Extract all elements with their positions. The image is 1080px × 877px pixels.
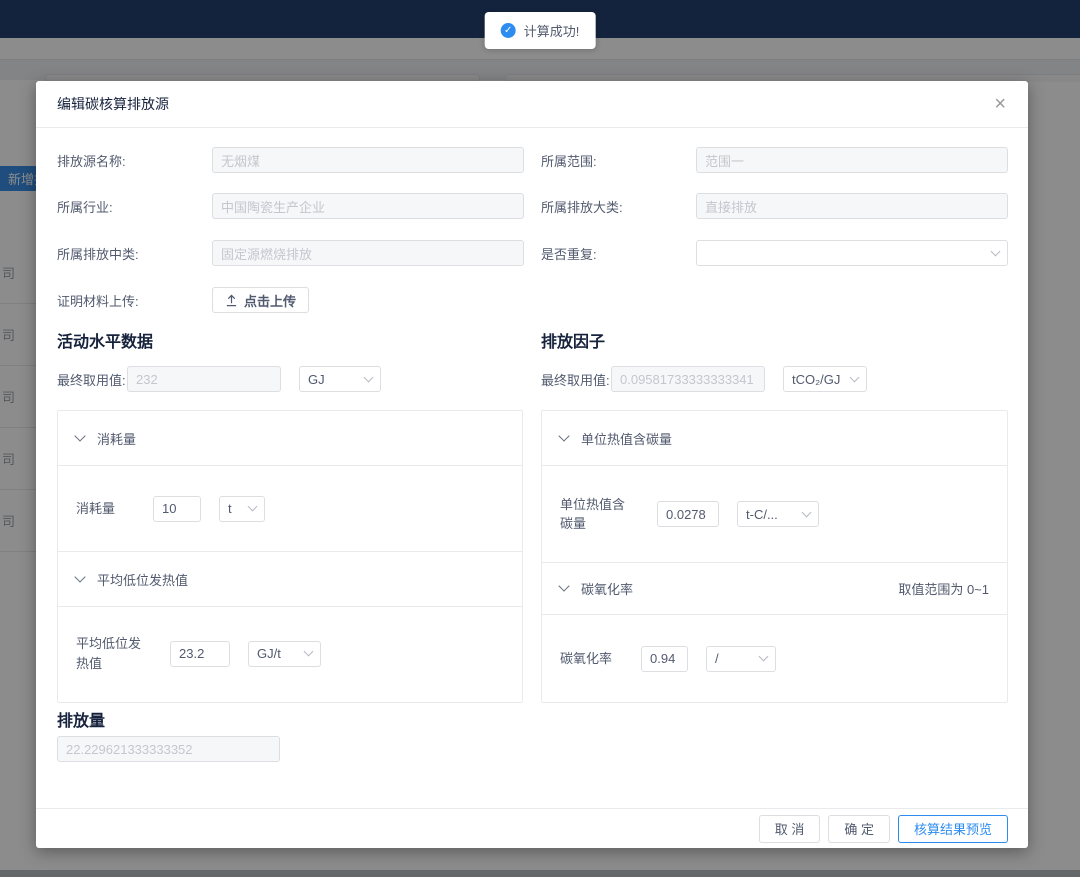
factor-final-label: 最终取用值: — [541, 370, 611, 389]
success-check-icon: ✓ — [501, 23, 516, 38]
mid-category-label: 所属排放中类: — [57, 244, 212, 263]
carbon-content-panel-title: 单位热值含碳量 — [581, 429, 672, 448]
mid-category-input — [212, 240, 524, 266]
source-name-label: 排放源名称: — [57, 151, 212, 170]
oxidation-rate-range-note: 取值范围为 0~1 — [898, 579, 989, 598]
upload-label: 证明材料上传: — [57, 291, 212, 310]
success-toast: ✓ 计算成功! — [485, 12, 596, 49]
is-repeat-select[interactable] — [696, 240, 1008, 266]
activity-final-input — [127, 366, 281, 392]
factor-unit-select[interactable]: tCO₂/GJ — [783, 366, 867, 392]
heating-value-field-label: 平均低位发热值 — [76, 634, 148, 673]
major-category-input — [696, 193, 1008, 219]
chevron-down-icon — [850, 372, 860, 382]
result-preview-button[interactable]: 核算结果预览 — [898, 815, 1008, 843]
carbon-content-unit-value: t-C/... — [746, 507, 778, 522]
oxidation-rate-row: 碳氧化率 / — [542, 615, 1007, 702]
activity-final-label: 最终取用值: — [57, 370, 127, 389]
is-repeat-label: 是否重复: — [541, 244, 696, 263]
activity-unit-select[interactable]: GJ — [299, 366, 381, 392]
scope-input — [696, 147, 1008, 173]
consumption-collapse-header[interactable]: 消耗量 — [58, 411, 522, 466]
heating-value-input[interactable] — [170, 641, 230, 667]
carbon-content-unit-select[interactable]: t-C/... — [737, 501, 819, 527]
emission-result-input — [57, 736, 280, 762]
collapse-chevron-icon — [558, 430, 569, 441]
oxidation-rate-collapse-header[interactable]: 碳氧化率 取值范围为 0~1 — [542, 563, 1007, 615]
scope-label: 所属范围: — [541, 151, 696, 170]
close-icon[interactable]: × — [988, 92, 1012, 116]
modal-footer: 取 消 确 定 核算结果预览 — [36, 808, 1028, 848]
heating-value-unit-value: GJ/t — [257, 646, 281, 661]
modal-title: 编辑碳核算排放源 — [57, 94, 169, 114]
chevron-down-icon — [802, 507, 812, 517]
cancel-button[interactable]: 取 消 — [759, 815, 821, 843]
chevron-down-icon — [991, 246, 1001, 256]
emission-section-title: 排放量 — [57, 707, 105, 731]
collapse-chevron-icon — [558, 580, 569, 591]
factor-panel: 单位热值含碳量 单位热值含碳量 t-C/... 碳氧化率 取值范围为 0~1 碳… — [541, 410, 1008, 703]
toast-message: 计算成功! — [524, 21, 580, 40]
chevron-down-icon — [248, 502, 258, 512]
consumption-field-label: 消耗量 — [76, 499, 146, 519]
major-category-label: 所属排放大类: — [541, 197, 696, 216]
heating-value-row: 平均低位发热值 GJ/t — [58, 607, 522, 700]
carbon-content-field-label: 单位热值含碳量 — [560, 495, 632, 534]
consumption-unit-value: t — [228, 501, 232, 516]
consumption-unit-select[interactable]: t — [219, 496, 265, 522]
screen: 新增排放源 司 司 司 司 司 ✓ 计算成功! 编辑碳核算排放源 × 排放源名称… — [0, 0, 1080, 877]
consumption-panel-title: 消耗量 — [97, 429, 136, 448]
confirm-button[interactable]: 确 定 — [828, 815, 890, 843]
activity-panel: 消耗量 消耗量 t 平均低位发热值 平均低位发热值 GJ/t — [57, 410, 523, 703]
heating-value-panel-title: 平均低位发热值 — [97, 570, 188, 589]
consumption-input[interactable] — [153, 496, 201, 522]
activity-unit-value: GJ — [308, 372, 325, 387]
activity-section-title: 活动水平数据 — [57, 328, 153, 352]
form-row: 证明材料上传: 点击上传 — [57, 287, 1008, 313]
chevron-down-icon — [364, 372, 374, 382]
industry-label: 所属行业: — [57, 197, 212, 216]
form-row: 所属行业: 所属排放大类: — [57, 193, 1008, 219]
source-name-input — [212, 147, 524, 173]
factor-final-input — [611, 366, 765, 392]
upload-button[interactable]: 点击上传 — [212, 287, 309, 313]
upload-icon — [225, 294, 238, 307]
modal-header: 编辑碳核算排放源 × — [36, 81, 1028, 128]
industry-input — [212, 193, 524, 219]
heating-value-collapse-header[interactable]: 平均低位发热值 — [58, 552, 522, 607]
factor-section-title: 排放因子 — [541, 328, 605, 352]
chevron-down-icon — [759, 652, 769, 662]
carbon-content-input[interactable] — [657, 501, 719, 527]
carbon-content-collapse-header[interactable]: 单位热值含碳量 — [542, 411, 1007, 466]
upload-button-label: 点击上传 — [244, 291, 296, 310]
collapse-chevron-icon — [74, 430, 85, 441]
form-row: 所属排放中类: 是否重复: — [57, 240, 1008, 266]
chevron-down-icon — [304, 647, 314, 657]
edit-emission-source-modal: 编辑碳核算排放源 × 排放源名称: 所属范围: 所属行业: 所属排放大类: 所属… — [36, 81, 1028, 848]
oxidation-rate-unit-select[interactable]: / — [706, 646, 776, 672]
oxidation-rate-field-label: 碳氧化率 — [560, 649, 630, 669]
oxidation-rate-input[interactable] — [641, 646, 688, 672]
oxidation-rate-unit-value: / — [715, 651, 719, 666]
carbon-content-row: 单位热值含碳量 t-C/... — [542, 466, 1007, 563]
form-row: 排放源名称: 所属范围: — [57, 147, 1008, 173]
final-values-row: 最终取用值: GJ 最终取用值: tCO₂/GJ — [57, 366, 1008, 392]
collapse-chevron-icon — [74, 571, 85, 582]
heating-value-unit-select[interactable]: GJ/t — [248, 641, 321, 667]
consumption-row: 消耗量 t — [58, 466, 522, 552]
factor-unit-value: tCO₂/GJ — [792, 372, 840, 387]
oxidation-rate-panel-title: 碳氧化率 — [581, 579, 633, 598]
